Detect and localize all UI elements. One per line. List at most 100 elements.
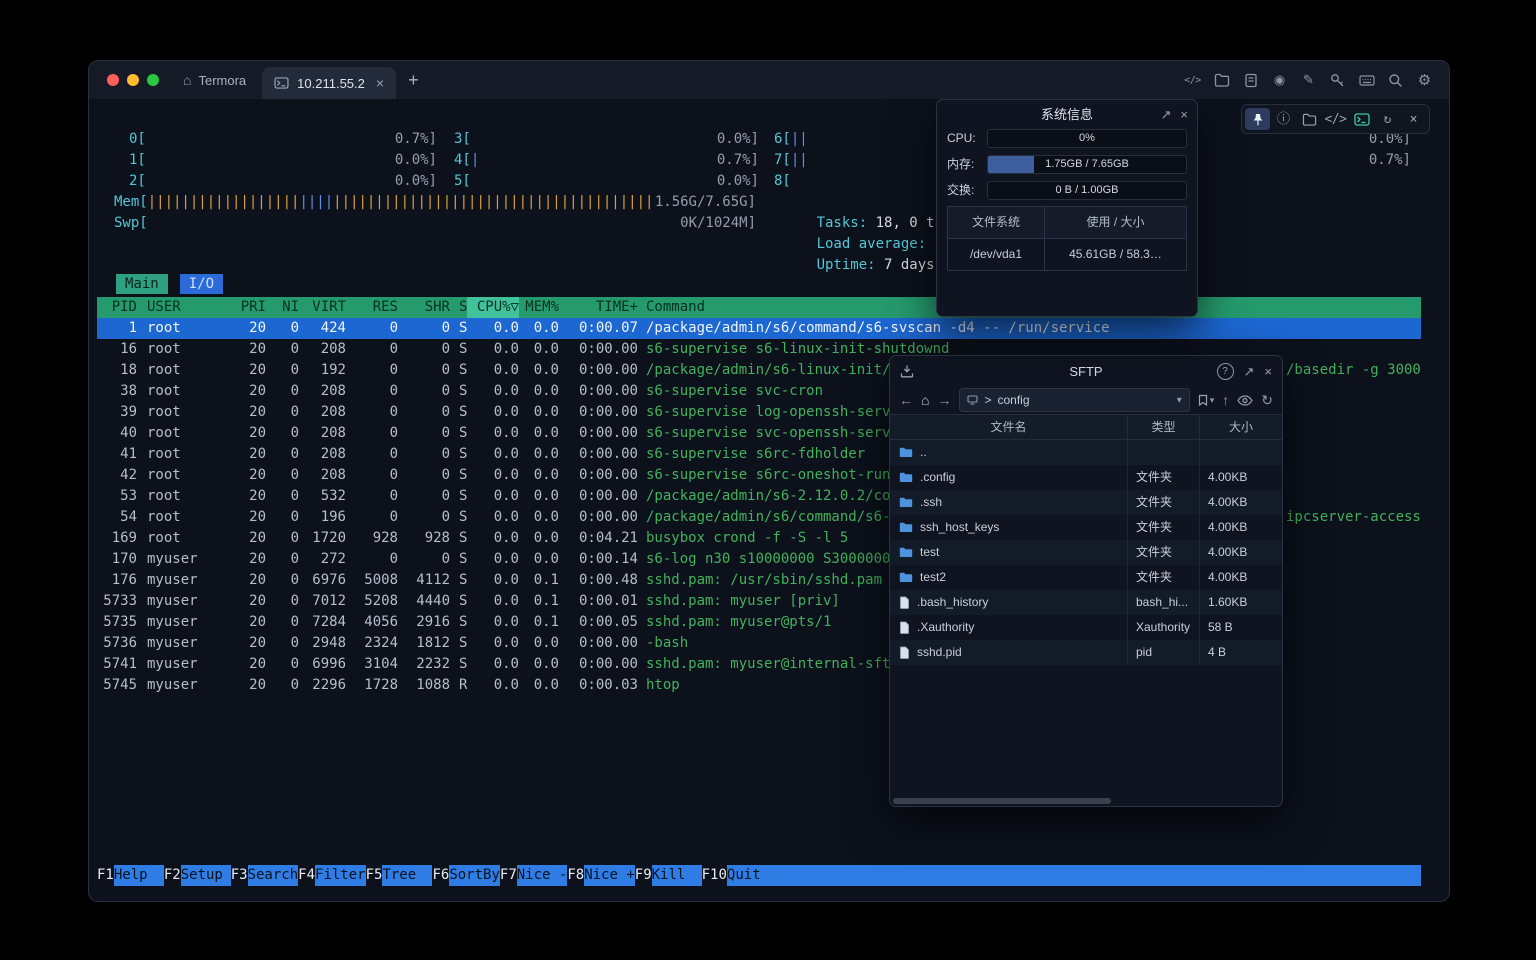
fn-label-F6[interactable]: SortBy bbox=[449, 865, 500, 886]
process-row[interactable]: 1root20042400S0.00.00:00.07/package/admi… bbox=[97, 318, 1421, 339]
file-size: 1.60KB bbox=[1199, 590, 1282, 615]
sftp-column-header-0[interactable]: 文件名 bbox=[890, 415, 1127, 439]
search-icon[interactable] bbox=[1387, 72, 1404, 89]
file-name: test2 bbox=[920, 567, 946, 588]
file-icon bbox=[899, 646, 910, 659]
popout-icon[interactable]: ↗ bbox=[1161, 104, 1172, 125]
column-header-pri[interactable]: PRI bbox=[235, 297, 266, 318]
sftp-file-row[interactable]: ssh_host_keys文件夹4.00KB bbox=[890, 515, 1282, 540]
info-icon[interactable]: ⓘ bbox=[1271, 108, 1296, 130]
column-header-s[interactable]: S bbox=[450, 297, 467, 318]
terminal[interactable]: Mem[ |||||||||||||||||||||||||||||||||||… bbox=[89, 99, 1449, 901]
cpu-meter-4: 4[|0.7%] bbox=[454, 150, 759, 171]
keyboard-icon[interactable] bbox=[1358, 72, 1375, 89]
sftp-file-row[interactable]: test文件夹4.00KB bbox=[890, 540, 1282, 565]
sftp-file-row[interactable]: .config文件夹4.00KB bbox=[890, 465, 1282, 490]
terminal-icon[interactable] bbox=[1349, 108, 1374, 130]
refresh-icon[interactable]: ↻ bbox=[1261, 393, 1273, 407]
sftp-file-row[interactable]: sshd.pidpid4 B bbox=[890, 640, 1282, 665]
log-icon[interactable] bbox=[1242, 72, 1259, 89]
fn-key-F5: F5 bbox=[366, 865, 383, 886]
refresh-icon[interactable]: ↻ bbox=[1375, 108, 1400, 130]
chevron-down-icon: ▾ bbox=[1210, 390, 1215, 411]
minimize-window-button[interactable] bbox=[127, 74, 139, 86]
show-hidden-eye-icon[interactable] bbox=[1237, 395, 1253, 406]
code-icon[interactable]: </> bbox=[1323, 108, 1348, 130]
column-header-cpu[interactable]: CPU%▽ bbox=[467, 297, 519, 318]
fs-col-header: 使用 / 大小 bbox=[1044, 207, 1186, 238]
command-fragment: /basedir -g 3000 bbox=[1286, 360, 1421, 381]
help-icon[interactable]: ? bbox=[1217, 363, 1234, 380]
key-manager-icon[interactable] bbox=[1329, 72, 1346, 89]
cpu-meter-3: 3[0.0%] bbox=[454, 129, 759, 150]
close-window-button[interactable] bbox=[107, 74, 119, 86]
popout-icon[interactable]: ↗ bbox=[1244, 361, 1255, 382]
horizontal-scrollbar[interactable] bbox=[890, 796, 1282, 806]
close-icon[interactable]: × bbox=[1264, 361, 1272, 382]
fn-label-F10[interactable]: Quit bbox=[727, 865, 777, 886]
sftp-file-row[interactable]: .ssh文件夹4.00KB bbox=[890, 490, 1282, 515]
sftp-column-header-1[interactable]: 类型 bbox=[1127, 415, 1199, 439]
close-tab-icon[interactable]: × bbox=[376, 75, 384, 91]
fn-label-F7[interactable]: Nice - bbox=[517, 865, 568, 886]
breadcrumb-separator: > bbox=[984, 390, 991, 411]
column-header-pid[interactable]: PID bbox=[97, 297, 137, 318]
column-header-res[interactable]: RES bbox=[346, 297, 398, 318]
file-size: 4.00KB bbox=[1199, 515, 1282, 540]
fs-row[interactable]: /dev/vda1 45.61GB / 58.3… bbox=[948, 239, 1186, 270]
back-icon[interactable]: ← bbox=[899, 393, 913, 407]
sftp-folder-icon[interactable] bbox=[1213, 72, 1230, 89]
column-header-shr[interactable]: SHR bbox=[398, 297, 450, 318]
sftp-file-row[interactable]: test2文件夹4.00KB bbox=[890, 565, 1282, 590]
file-type: 文件夹 bbox=[1127, 490, 1199, 515]
home-icon[interactable]: ⌂ bbox=[921, 393, 929, 407]
settings-icon[interactable]: ⚙ bbox=[1416, 72, 1433, 89]
fn-label-F2[interactable]: Setup bbox=[181, 865, 231, 886]
column-header-mem[interactable]: MEM% bbox=[519, 297, 559, 318]
column-header-ni[interactable]: NI bbox=[266, 297, 299, 318]
fn-key-F3: F3 bbox=[231, 865, 248, 886]
fn-label-F9[interactable]: Kill bbox=[652, 865, 702, 886]
tab-session[interactable]: 10.211.55.2 × bbox=[262, 67, 396, 99]
highlight-icon[interactable]: ✎ bbox=[1300, 72, 1317, 89]
pin-icon[interactable] bbox=[1245, 108, 1270, 130]
path-breadcrumb[interactable]: > config ▾ bbox=[959, 388, 1189, 412]
close-icon[interactable]: × bbox=[1180, 104, 1188, 125]
sftp-file-row[interactable]: .. bbox=[890, 440, 1282, 465]
column-header-virt[interactable]: VIRT bbox=[299, 297, 346, 318]
system-info-titlebar: 系统信息 ↗ × bbox=[937, 100, 1197, 128]
fn-label-F4[interactable]: Filter bbox=[315, 865, 366, 886]
file-name: sshd.pid bbox=[917, 642, 962, 663]
file-name: ssh_host_keys bbox=[920, 517, 999, 538]
folder-icon bbox=[899, 447, 913, 458]
htop-tab-main[interactable]: Main bbox=[116, 274, 168, 294]
sftp-column-header-2[interactable]: 大小 bbox=[1199, 415, 1282, 439]
upload-icon[interactable]: ↑ bbox=[1222, 393, 1229, 407]
column-header-time[interactable]: TIME+ bbox=[559, 297, 638, 318]
sftp-window: SFTP ? ↗ × ← ⌂ → > config ▾ bbox=[889, 355, 1283, 807]
sftp-file-row[interactable]: .bash_historybash_hi...1.60KB bbox=[890, 590, 1282, 615]
fn-key-F6: F6 bbox=[432, 865, 449, 886]
scrollbar-thumb[interactable] bbox=[893, 798, 1111, 804]
memory-usage-row: 内存: 1.75GB / 7.65GB bbox=[937, 154, 1197, 174]
snippet-icon[interactable]: </> bbox=[1184, 72, 1201, 89]
fn-label-F8[interactable]: Nice + bbox=[584, 865, 635, 886]
folder-icon[interactable] bbox=[1297, 108, 1322, 130]
htop-tab-io[interactable]: I/O bbox=[180, 274, 223, 294]
column-header-user[interactable]: USER bbox=[137, 297, 235, 318]
macro-record-icon[interactable]: ◉ bbox=[1271, 72, 1288, 89]
fn-label-F5[interactable]: Tree bbox=[382, 865, 432, 886]
tab-termora[interactable]: ⌂ Termora bbox=[183, 72, 246, 88]
breadcrumb-current: config bbox=[997, 390, 1029, 411]
sftp-file-row[interactable]: .XauthorityXauthority58 B bbox=[890, 615, 1282, 640]
fn-label-F1[interactable]: Help bbox=[114, 865, 164, 886]
zoom-window-button[interactable] bbox=[147, 74, 159, 86]
memory-meter: Mem[ |||||||||||||||||||||||||||||||||||… bbox=[114, 192, 756, 213]
forward-icon[interactable]: → bbox=[937, 393, 951, 407]
new-tab-button[interactable]: + bbox=[408, 71, 419, 89]
fn-label-F3[interactable]: Search bbox=[248, 865, 299, 886]
bookmark-icon[interactable]: ▾ bbox=[1198, 390, 1215, 411]
close-icon[interactable]: × bbox=[1401, 108, 1426, 130]
chevron-down-icon[interactable]: ▾ bbox=[1177, 390, 1182, 411]
file-name: .. bbox=[920, 442, 927, 463]
